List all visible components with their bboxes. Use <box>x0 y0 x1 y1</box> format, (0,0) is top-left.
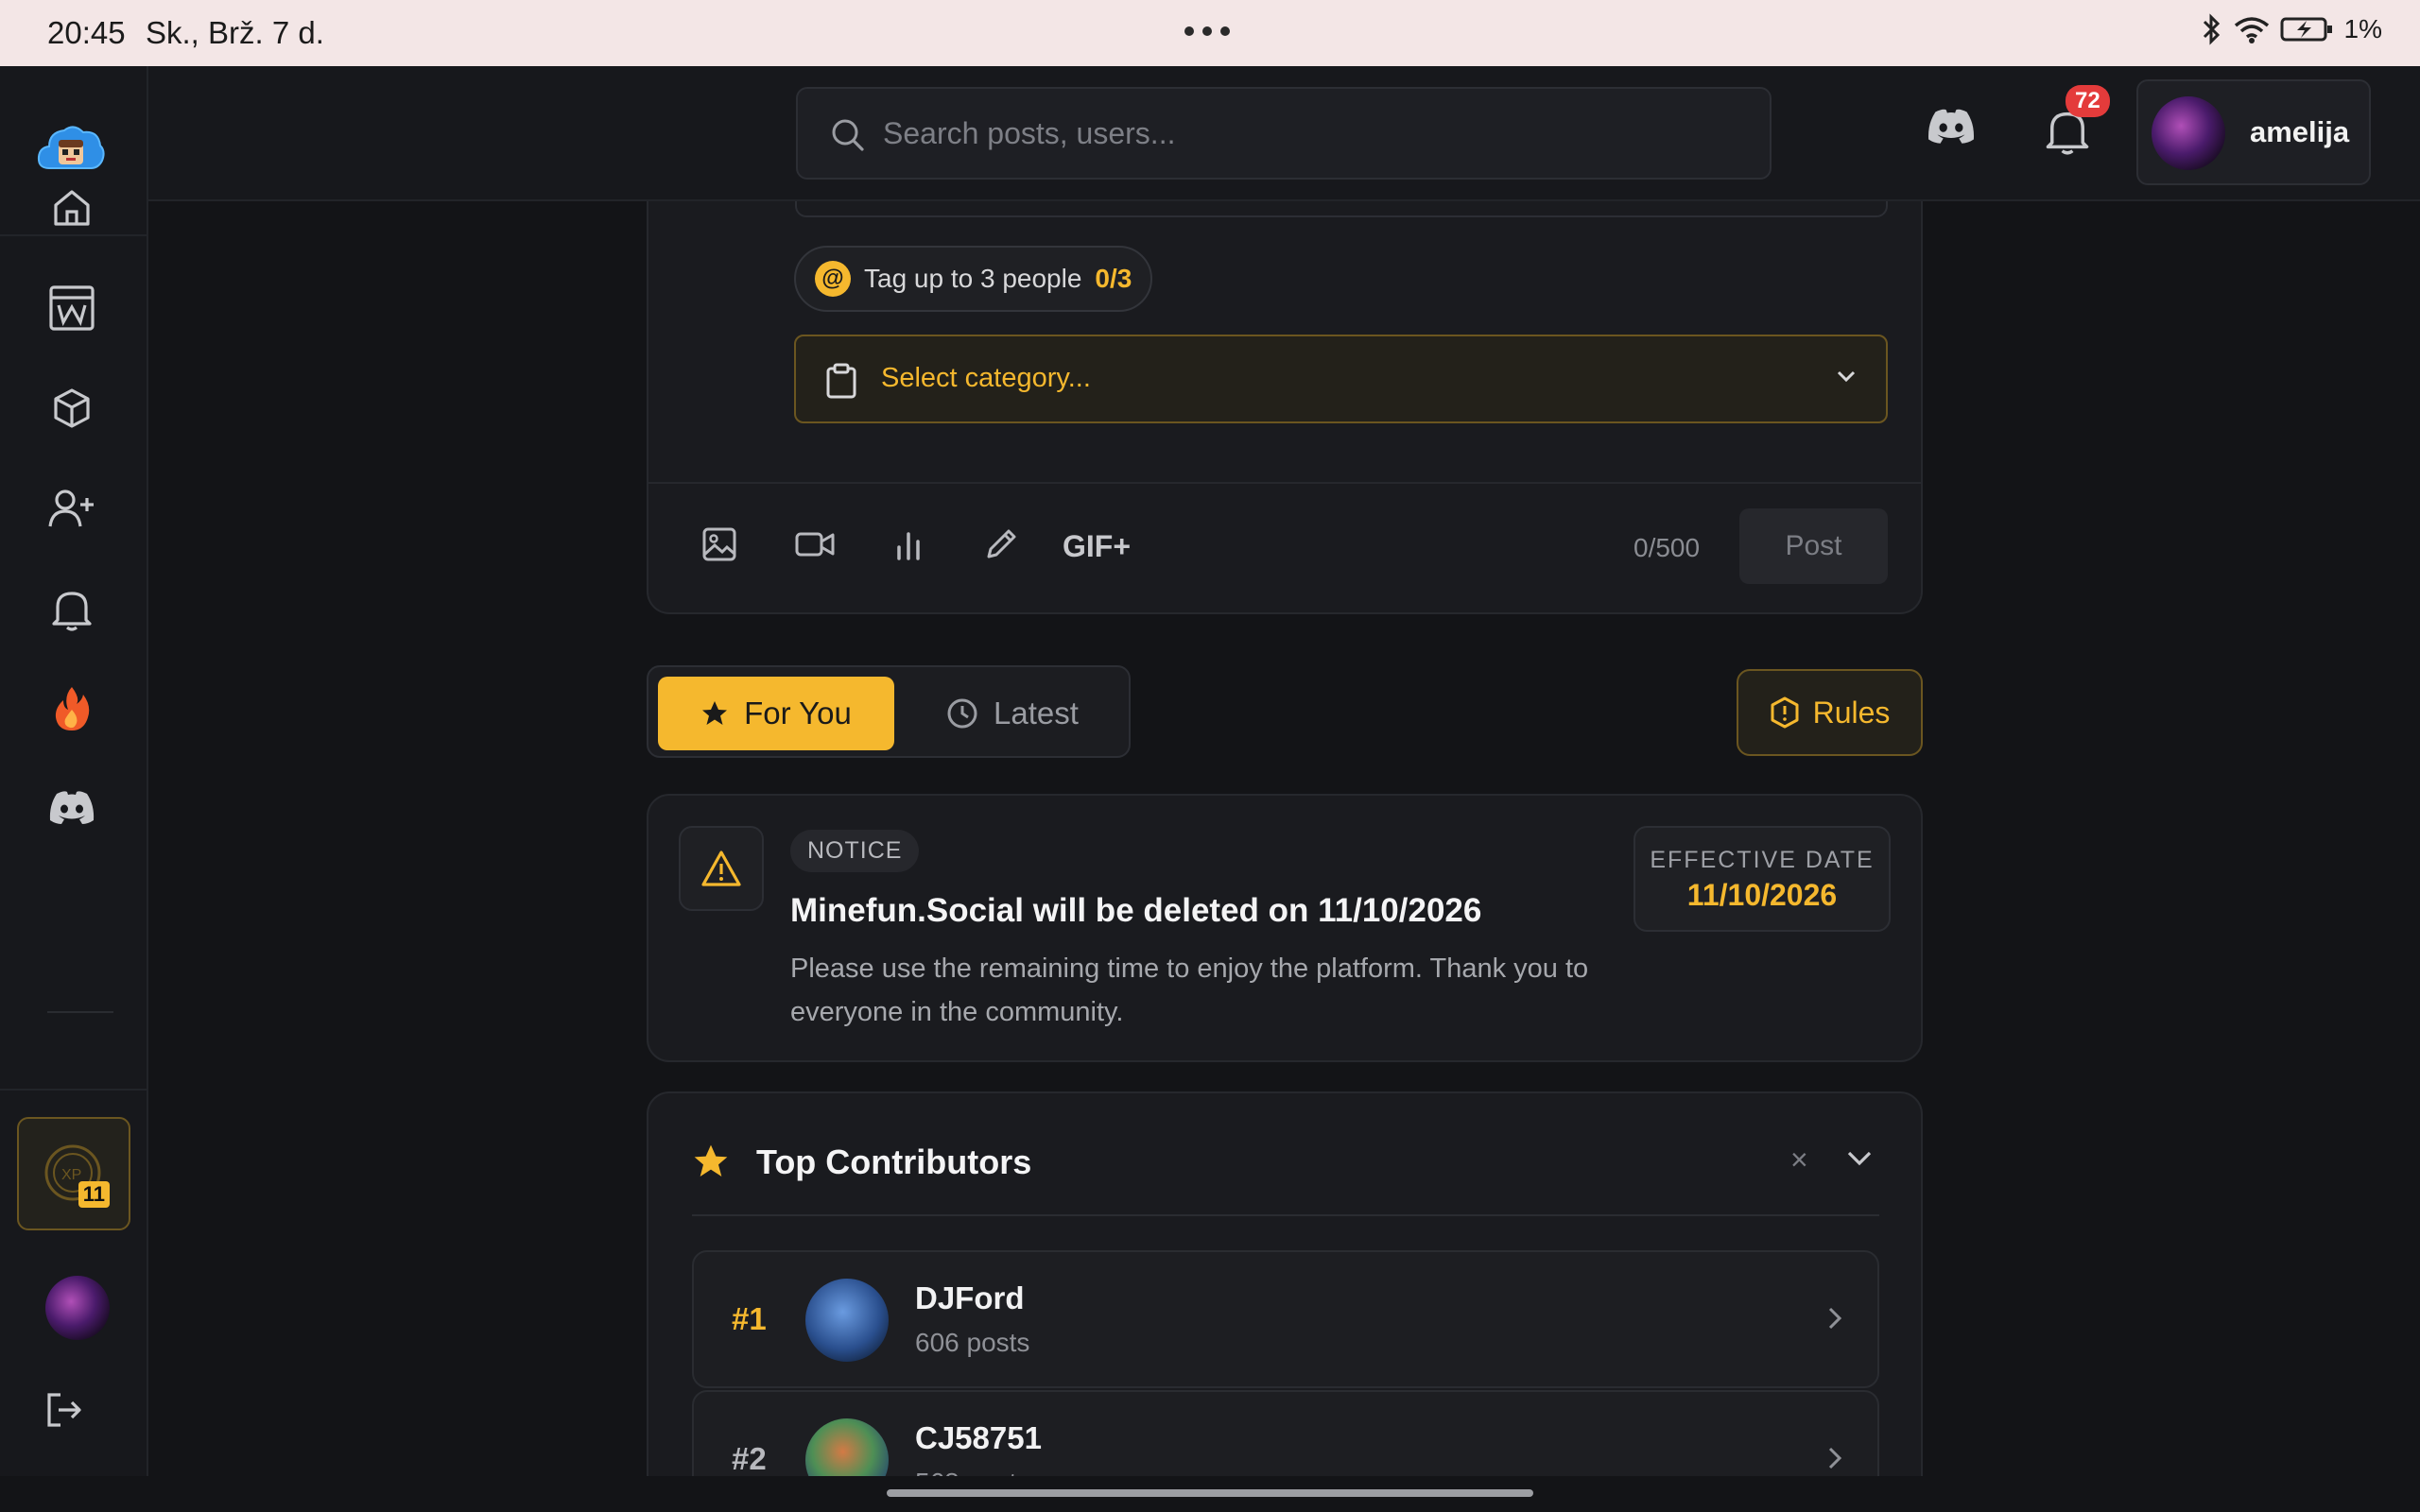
poll-chart-icon <box>897 532 920 560</box>
star-icon <box>694 1144 728 1177</box>
clipboard-icon <box>826 363 856 399</box>
tab-latest[interactable]: Latest <box>902 677 1123 750</box>
multitask-dots-icon[interactable] <box>1184 26 1230 36</box>
sidebar-item-discord[interactable] <box>45 781 98 833</box>
contributor-row[interactable]: #1 DJFord 606 posts <box>692 1250 1879 1388</box>
notification-count-badge: 72 <box>2066 85 2110 117</box>
sidebar-item-trending[interactable] <box>45 682 98 735</box>
composer-divider <box>648 482 1921 484</box>
notice-card: NOTICE Minefun.Social will be deleted on… <box>647 794 1923 1062</box>
draw-button[interactable] <box>983 526 1019 567</box>
home-indicator[interactable] <box>887 1489 1533 1497</box>
search-input[interactable] <box>883 110 1734 157</box>
cube-icon <box>54 388 90 428</box>
notice-body: Please use the remaining time to enjoy t… <box>790 954 1589 1027</box>
gif-button[interactable]: GIF+ <box>1063 529 1131 564</box>
tab-for-you-label: For You <box>744 696 852 730</box>
sidebar-item-home[interactable] <box>45 181 98 234</box>
pencil-icon <box>987 529 1016 558</box>
logout-button[interactable] <box>43 1389 85 1435</box>
chevron-right-icon <box>1828 1447 1842 1469</box>
sidebar: XP 11 <box>0 66 148 1512</box>
username-label: amelija <box>2250 115 2350 148</box>
notice-badge: NOTICE <box>790 830 920 872</box>
sidebar-divider <box>47 1011 113 1013</box>
avatar <box>2152 96 2225 170</box>
bluetooth-icon <box>2203 13 2220 45</box>
top-contributors-title: Top Contributors <box>756 1143 1032 1181</box>
effective-date-box: EFFECTIVE DATE 11/10/2026 <box>1634 826 1891 932</box>
rules-label: Rules <box>1812 695 1891 730</box>
bell-icon <box>52 592 92 631</box>
discord-icon <box>1928 109 1974 144</box>
wifi-icon <box>2234 17 2269 43</box>
contributor-post-count: 606 posts <box>915 1328 1030 1357</box>
xp-level-widget[interactable]: XP 11 <box>17 1117 130 1230</box>
tab-latest-label: Latest <box>994 696 1079 730</box>
character-counter: 0/500 <box>1634 533 1701 562</box>
clock-icon <box>947 698 977 729</box>
add-video-button[interactable] <box>794 526 836 567</box>
cloud-mascot-logo[interactable] <box>36 119 106 176</box>
status-date: Sk., Brž. 7 d. <box>146 15 324 50</box>
tag-people-label: Tag up to 3 people <box>864 264 1082 293</box>
effective-date-label: EFFECTIVE DATE <box>1650 847 1875 873</box>
tag-people-button[interactable]: @ Tag up to 3 people 0/3 <box>794 246 1153 312</box>
status-time: 20:45 <box>47 15 126 50</box>
battery-charging-icon <box>2280 17 2332 42</box>
add-poll-button[interactable] <box>892 526 925 567</box>
sidebar-divider <box>0 1089 147 1091</box>
fire-icon <box>55 687 90 730</box>
tab-for-you[interactable]: For You <box>658 677 894 750</box>
user-menu-button[interactable]: amelija <box>2136 79 2371 185</box>
system-icons: 1% <box>2201 13 2382 45</box>
add-image-button[interactable] <box>701 526 737 567</box>
post-button[interactable]: Post <box>1739 508 1888 584</box>
warning-icon <box>679 826 764 911</box>
contributor-name: DJFord <box>915 1280 1025 1315</box>
top-contributors-card: Top Contributors × #1 DJFord 606 posts #… <box>647 1091 1923 1512</box>
divider <box>692 1214 1879 1216</box>
avatar <box>805 1279 889 1362</box>
close-button[interactable]: × <box>1790 1143 1808 1177</box>
sidebar-item-notifications[interactable] <box>45 582 98 635</box>
rules-button[interactable]: Rules <box>1737 669 1923 756</box>
system-status-bar: 20:45 Sk., Brž. 7 d. 1% <box>0 0 2420 66</box>
sidebar-item-wiki[interactable] <box>45 282 98 335</box>
search-bar[interactable] <box>796 87 1772 180</box>
battery-percent: 1% <box>2343 14 2382 43</box>
home-icon <box>54 190 90 226</box>
image-icon <box>702 527 736 561</box>
discord-button[interactable] <box>1926 106 1977 150</box>
discord-icon <box>49 791 95 824</box>
contributor-name: CJ58751 <box>915 1420 1042 1455</box>
sidebar-item-add-friend[interactable] <box>45 482 98 535</box>
user-plus-icon <box>48 490 94 527</box>
chevron-right-icon <box>1828 1307 1842 1330</box>
tag-people-count: 0/3 <box>1095 264 1132 293</box>
avatar[interactable] <box>45 1276 110 1340</box>
chevron-down-icon[interactable] <box>1845 1148 1874 1167</box>
chevron-down-icon <box>1837 370 1856 383</box>
post-composer: @ Tag up to 3 people 0/3 Select category… <box>647 170 1923 614</box>
xp-label: XP <box>61 1167 81 1183</box>
category-select[interactable]: Select category... <box>794 335 1888 423</box>
wiki-icon <box>49 285 95 331</box>
contributor-rank: #1 <box>732 1301 767 1336</box>
sidebar-item-packages[interactable] <box>45 382 98 435</box>
at-icon: @ <box>815 261 851 297</box>
category-placeholder: Select category... <box>881 363 1091 393</box>
video-icon <box>795 532 835 557</box>
logout-icon <box>47 1393 81 1427</box>
effective-date-value: 11/10/2026 <box>1686 878 1838 912</box>
star-icon <box>702 701 728 725</box>
shield-alert-icon <box>1771 696 1799 729</box>
search-icon <box>832 119 864 151</box>
contributor-rank: #2 <box>732 1441 767 1476</box>
xp-level-badge: 11 <box>78 1181 110 1208</box>
top-header: 72 amelija <box>148 66 2420 201</box>
notice-title: Minefun.Social will be deleted on 11/10/… <box>790 892 1482 929</box>
feed-tabs: For You Latest <box>647 665 1131 758</box>
